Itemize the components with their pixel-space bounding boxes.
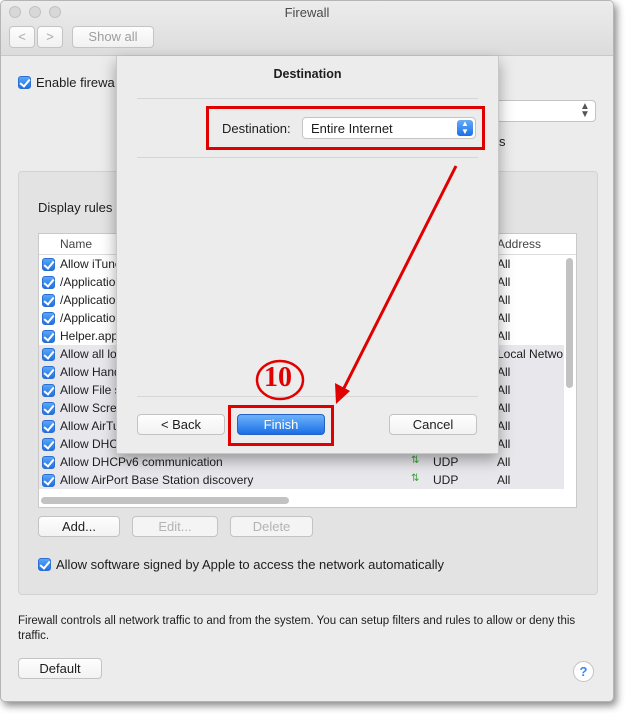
annotation-arrow bbox=[335, 165, 458, 404]
step-number-text: 10 bbox=[264, 362, 292, 393]
annotation-arrow-head bbox=[335, 383, 350, 404]
annotation-arrow-line bbox=[340, 165, 458, 393]
annotation-step-number: 10 bbox=[252, 354, 312, 404]
